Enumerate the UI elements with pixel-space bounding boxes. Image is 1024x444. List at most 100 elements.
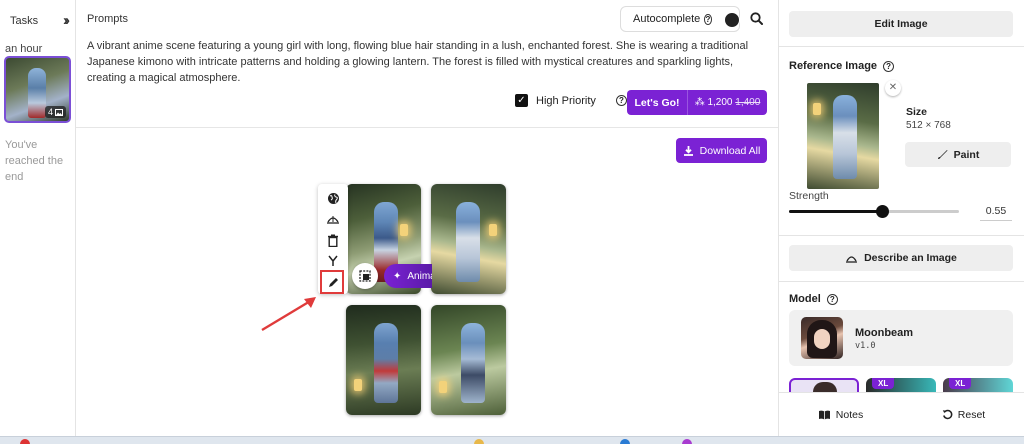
help-icon[interactable]: ? — [883, 60, 895, 72]
image-figure — [461, 323, 485, 403]
help-icon[interactable]: ? — [704, 13, 712, 25]
reference-image[interactable] — [807, 83, 879, 189]
main-area: Prompts Autocomplete ? A vibrant anime s… — [76, 0, 778, 436]
book-icon — [818, 410, 830, 419]
model-version: v1.0 — [855, 341, 876, 351]
animate-label: Animate — [407, 270, 432, 282]
autocomplete-label: Autocomplete — [633, 13, 701, 25]
xl-badge: XL — [872, 378, 895, 389]
help-icon[interactable]: ? — [615, 95, 627, 106]
reset-button[interactable]: Reset — [902, 409, 1024, 421]
taskbar-app-icon[interactable] — [682, 439, 692, 444]
result-image-3[interactable] — [346, 305, 421, 415]
branch-icon[interactable] — [325, 253, 341, 269]
model-option-portrait — [813, 382, 837, 392]
result-image-4[interactable] — [431, 305, 506, 415]
globe-icon[interactable] — [325, 190, 341, 206]
strength-slider-handle[interactable] — [876, 205, 889, 218]
reference-lantern — [813, 103, 821, 115]
size-value: 512 × 768 — [906, 120, 951, 131]
token-cost-new: 1,200 — [707, 97, 733, 108]
strength-label: Strength — [789, 190, 829, 202]
describe-image-label: Describe an Image — [864, 252, 957, 264]
image-count-badge: 4 — [44, 106, 66, 118]
token-cost: ⁂ 1,200 1,400 — [688, 97, 767, 108]
image-lantern — [354, 379, 362, 391]
avatar-face — [814, 329, 830, 349]
prompts-label: Prompts — [87, 13, 128, 25]
edit-panel: Edit Image Reference Image ? ✕ Size 512 … — [778, 0, 1024, 436]
result-image-2[interactable] — [431, 184, 506, 294]
model-name: Moonbeam — [855, 327, 914, 339]
os-taskbar — [0, 436, 1024, 444]
divider — [779, 46, 1024, 47]
describe-image-button[interactable]: Describe an Image — [789, 245, 1013, 271]
divider — [779, 235, 1024, 236]
edit-tool-highlight — [320, 270, 344, 294]
model-selector[interactable]: Moonbeam v1.0 — [789, 310, 1013, 366]
prompt-area: Prompts Autocomplete ? A vibrant anime s… — [76, 0, 778, 128]
image-count: 4 — [47, 107, 53, 117]
reference-image-label: Reference Image — [789, 60, 878, 72]
model-heading: Model ? — [789, 293, 838, 305]
brush-icon — [937, 150, 948, 159]
image-icon — [55, 108, 63, 116]
edit-image-label: Edit Image — [874, 18, 928, 30]
tasks-title: Tasks — [10, 14, 39, 27]
image-figure — [456, 202, 480, 282]
animate-button[interactable]: ✦ Animate — [384, 264, 432, 288]
sparkle-icon: ✦ — [393, 270, 402, 282]
strength-slider-fill — [789, 210, 883, 213]
double-chevron-right-icon[interactable]: ›› — [63, 12, 70, 29]
token-cost-old: 1,400 — [735, 97, 761, 108]
reset-label: Reset — [957, 408, 986, 421]
reference-figure — [833, 95, 857, 179]
download-icon — [683, 146, 693, 156]
prompt-input[interactable]: A vibrant anime scene featuring a young … — [87, 38, 767, 86]
size-label: Size — [906, 106, 928, 118]
help-icon[interactable]: ? — [826, 293, 838, 305]
edit-image-button[interactable]: Edit Image — [789, 11, 1013, 37]
high-priority-label: High Priority — [536, 94, 596, 107]
strength-slider[interactable] — [789, 210, 959, 213]
reset-icon — [942, 409, 953, 420]
high-priority-checkbox[interactable]: ✓ — [515, 94, 528, 107]
image-figure — [374, 323, 398, 403]
model-option-3[interactable]: XL — [943, 378, 1013, 392]
xl-badge: XL — [949, 378, 972, 389]
paint-label: Paint — [953, 148, 980, 161]
download-all-button[interactable]: Download All — [676, 138, 767, 163]
strength-value-input[interactable]: 0.55 — [980, 205, 1012, 221]
notes-button[interactable]: Notes — [779, 409, 902, 421]
lets-go-label: Let's Go! — [634, 96, 680, 109]
upscale-icon[interactable] — [325, 211, 341, 227]
search-icon[interactable] — [748, 10, 766, 28]
notes-label: Notes — [835, 408, 864, 421]
paint-button[interactable]: Paint — [905, 142, 1011, 167]
autocomplete-control: Autocomplete ? — [620, 6, 741, 32]
divider — [779, 281, 1024, 282]
lets-go-button[interactable]: Let's Go! ⁂ 1,200 1,400 — [627, 90, 767, 115]
autocomplete-toggle[interactable] — [723, 11, 741, 28]
reference-image-heading: Reference Image ? — [789, 60, 895, 72]
image-lantern — [400, 224, 408, 236]
download-all-label: Download All — [699, 144, 761, 157]
image-frame-icon — [359, 270, 371, 282]
tasks-panel: Tasks ›› an hour 4 You've reached the en… — [0, 0, 76, 436]
taskbar-app-icon[interactable] — [620, 439, 630, 444]
describe-icon — [846, 256, 858, 263]
tokens-icon: ⁂ — [694, 97, 705, 108]
trash-icon[interactable] — [325, 232, 341, 248]
taskbar-app-icon[interactable] — [474, 439, 484, 444]
model-options: XL XL — [789, 378, 1024, 392]
image-to-image-button[interactable] — [352, 263, 378, 289]
annotation-arrow — [261, 297, 316, 332]
remove-reference-icon[interactable]: ✕ — [885, 80, 901, 96]
model-avatar — [801, 317, 843, 359]
model-option-1[interactable] — [789, 378, 859, 392]
task-thumbnail[interactable]: 4 — [4, 56, 71, 123]
model-option-2[interactable]: XL — [866, 378, 936, 392]
panel-footer: Notes Reset — [779, 392, 1024, 436]
taskbar-app-icon[interactable] — [20, 439, 30, 444]
image-lantern — [489, 224, 497, 236]
